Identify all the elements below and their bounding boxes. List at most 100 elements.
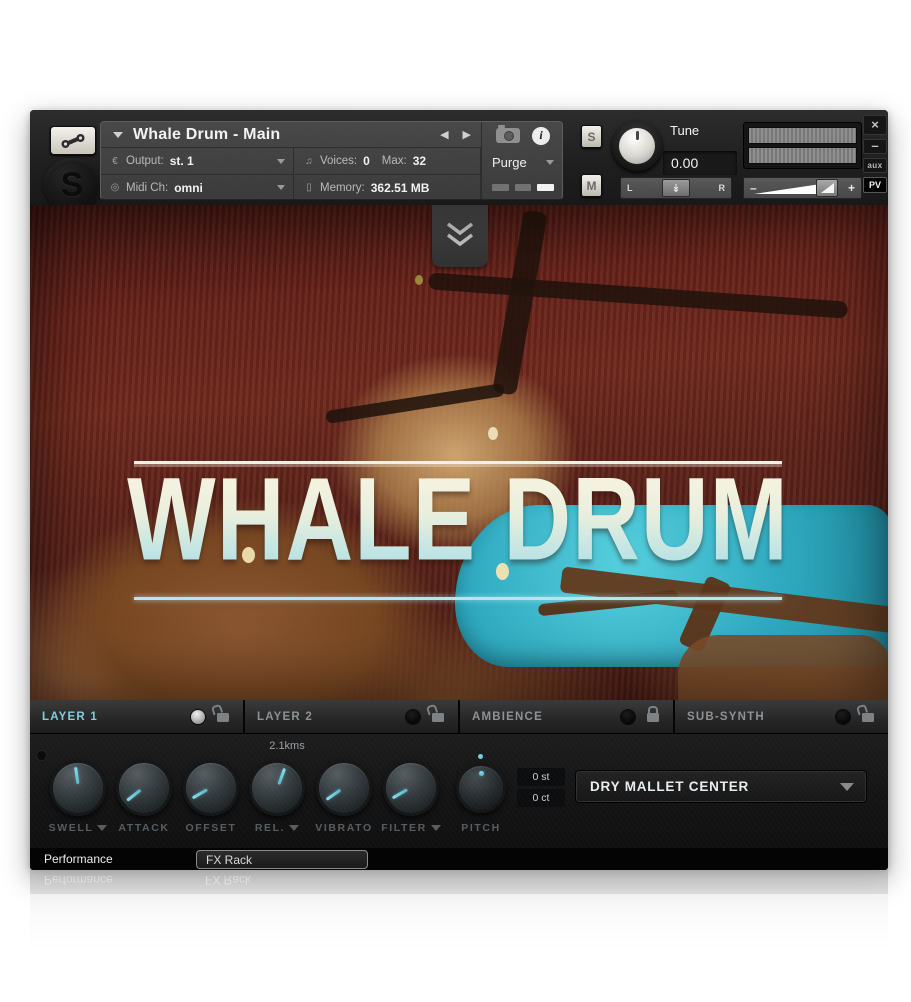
pitch-semitone-readout[interactable]: 0 st xyxy=(517,768,565,786)
max-label: Max: xyxy=(382,155,407,167)
artwork-dot xyxy=(488,427,498,440)
title-rule-bottom xyxy=(134,597,782,600)
vibrato-knob[interactable] xyxy=(316,760,372,816)
page: S Whale Drum - Main ◀ ▶ € Output: st. 1 xyxy=(0,0,911,1002)
articulation-dropdown[interactable]: DRY MALLET CENTER xyxy=(575,770,867,803)
knob-pointer xyxy=(277,768,286,785)
tune-value-box[interactable]: 0.00 xyxy=(663,151,737,175)
tab-label: LAYER 1 xyxy=(42,711,98,723)
layer-power-led[interactable] xyxy=(836,710,850,724)
prev-instrument-button[interactable]: ◀ xyxy=(440,128,448,142)
tab-layer-2[interactable]: LAYER 2 xyxy=(245,700,458,734)
pan-split-icon: ↡ xyxy=(671,182,680,195)
filter-knob[interactable] xyxy=(383,760,439,816)
layer-tabs: LAYER 1 LAYER 2 AMBIENCE SUB-SYNTH xyxy=(30,700,888,734)
artwork-branch xyxy=(492,209,548,395)
volume-plus-label[interactable]: + xyxy=(848,181,855,195)
mute-button[interactable]: M xyxy=(581,174,602,197)
memory-icon: ▯ xyxy=(303,182,315,193)
purge-label: Purge xyxy=(492,155,527,170)
volume-minus-label[interactable]: – xyxy=(750,181,757,195)
layer-power-led[interactable] xyxy=(191,710,205,724)
whale-eye xyxy=(496,563,509,580)
tab-label: LAYER 2 xyxy=(257,711,313,723)
output-value: st. 1 xyxy=(170,154,194,168)
knob-pointer xyxy=(392,789,408,800)
aux-button[interactable]: aux xyxy=(863,158,887,173)
pitch-label: PITCH xyxy=(436,822,526,834)
performance-view-button[interactable]: PV xyxy=(863,177,887,193)
pan-left-label: L xyxy=(627,183,633,193)
midi-label: Midi Ch: xyxy=(126,182,168,194)
dropdown-caret-icon[interactable] xyxy=(289,825,299,831)
lock-icon[interactable] xyxy=(217,713,229,722)
fx-rack-label: FX Rack xyxy=(206,853,252,867)
double-chevron-down-icon xyxy=(443,221,477,251)
snapshot-camera-icon[interactable] xyxy=(496,128,520,143)
memory-value: 362.51 MB xyxy=(371,181,430,195)
tune-value: 0.00 xyxy=(671,155,698,171)
solo-button[interactable]: S xyxy=(581,125,602,148)
offset-knob[interactable] xyxy=(183,760,239,816)
next-instrument-button[interactable]: ▶ xyxy=(463,128,471,142)
close-button[interactable]: × xyxy=(863,115,887,135)
purge-bar xyxy=(515,184,532,191)
level-meter-left xyxy=(748,127,857,144)
pitch-knob[interactable] xyxy=(456,763,506,813)
output-caret-icon[interactable] xyxy=(277,159,285,164)
lock-icon[interactable] xyxy=(432,713,444,722)
volume-handle[interactable] xyxy=(816,179,838,197)
instrument-art-title: WHALE DRUM xyxy=(121,453,794,587)
panel-led xyxy=(37,751,46,760)
articulation-value: DRY MALLET CENTER xyxy=(590,779,749,794)
artwork-wood-block xyxy=(678,635,888,700)
tab-label: SUB-SYNTH xyxy=(687,711,765,723)
attack-knob[interactable] xyxy=(116,760,172,816)
release-value-readout: 2.1kms xyxy=(242,740,332,752)
minimize-button[interactable]: – xyxy=(863,139,887,154)
pitch-cent-readout[interactable]: 0 ct xyxy=(517,789,565,807)
knob-pointer xyxy=(479,771,484,776)
window-edge-buttons: × – aux PV xyxy=(862,115,888,197)
purge-status-bars xyxy=(482,175,563,199)
tune-knob-cap xyxy=(619,128,655,164)
instrument-header: S Whale Drum - Main ◀ ▶ € Output: st. 1 xyxy=(30,110,888,205)
tune-knob[interactable] xyxy=(612,121,662,171)
swell-knob[interactable] xyxy=(50,760,106,816)
instrument-menu-caret-icon[interactable] xyxy=(113,132,123,138)
pan-slider[interactable]: L R ↡ xyxy=(620,177,732,199)
collapse-header-button[interactable] xyxy=(432,205,488,267)
lock-icon[interactable] xyxy=(862,713,874,722)
midi-caret-icon[interactable] xyxy=(277,185,285,190)
purge-bar-active xyxy=(537,184,554,191)
tab-performance[interactable]: Performance xyxy=(44,852,113,866)
level-meters xyxy=(743,122,862,169)
purge-menu[interactable]: Purge xyxy=(482,149,563,175)
soundiron-logo: S xyxy=(44,158,100,212)
layer-power-led[interactable] xyxy=(621,710,635,724)
layer-power-led[interactable] xyxy=(406,710,420,724)
instrument-title: Whale Drum - Main xyxy=(133,126,280,144)
tab-fx-rack[interactable]: FX Rack xyxy=(196,850,368,869)
midi-row[interactable]: ◎ Midi Ch: omni xyxy=(101,174,293,200)
output-icon: € xyxy=(109,156,121,167)
info-icon[interactable]: i xyxy=(532,127,550,145)
midi-value: omni xyxy=(174,181,203,195)
stats-column: ♫ Voices: 0 Max: 32 ▯ Memory: 362.51 MB xyxy=(295,148,481,200)
tab-layer-1[interactable]: LAYER 1 xyxy=(30,700,243,734)
edit-mode-button[interactable] xyxy=(50,126,96,155)
tab-sub-synth[interactable]: SUB-SYNTH xyxy=(675,700,888,734)
artwork-branch xyxy=(428,272,848,318)
knob-pointer xyxy=(127,789,142,802)
lock-icon[interactable] xyxy=(647,713,659,722)
voices-value: 0 xyxy=(363,154,370,168)
max-voices-value[interactable]: 32 xyxy=(413,154,426,168)
output-row[interactable]: € Output: st. 1 xyxy=(101,148,293,174)
knob-pointer xyxy=(326,789,342,801)
release-knob[interactable] xyxy=(249,760,305,816)
tab-label: AMBIENCE xyxy=(472,711,543,723)
pan-handle[interactable]: ↡ xyxy=(662,179,690,197)
purge-bar xyxy=(492,184,509,191)
volume-slider[interactable]: – + xyxy=(743,177,862,199)
tab-ambience[interactable]: AMBIENCE xyxy=(460,700,673,734)
